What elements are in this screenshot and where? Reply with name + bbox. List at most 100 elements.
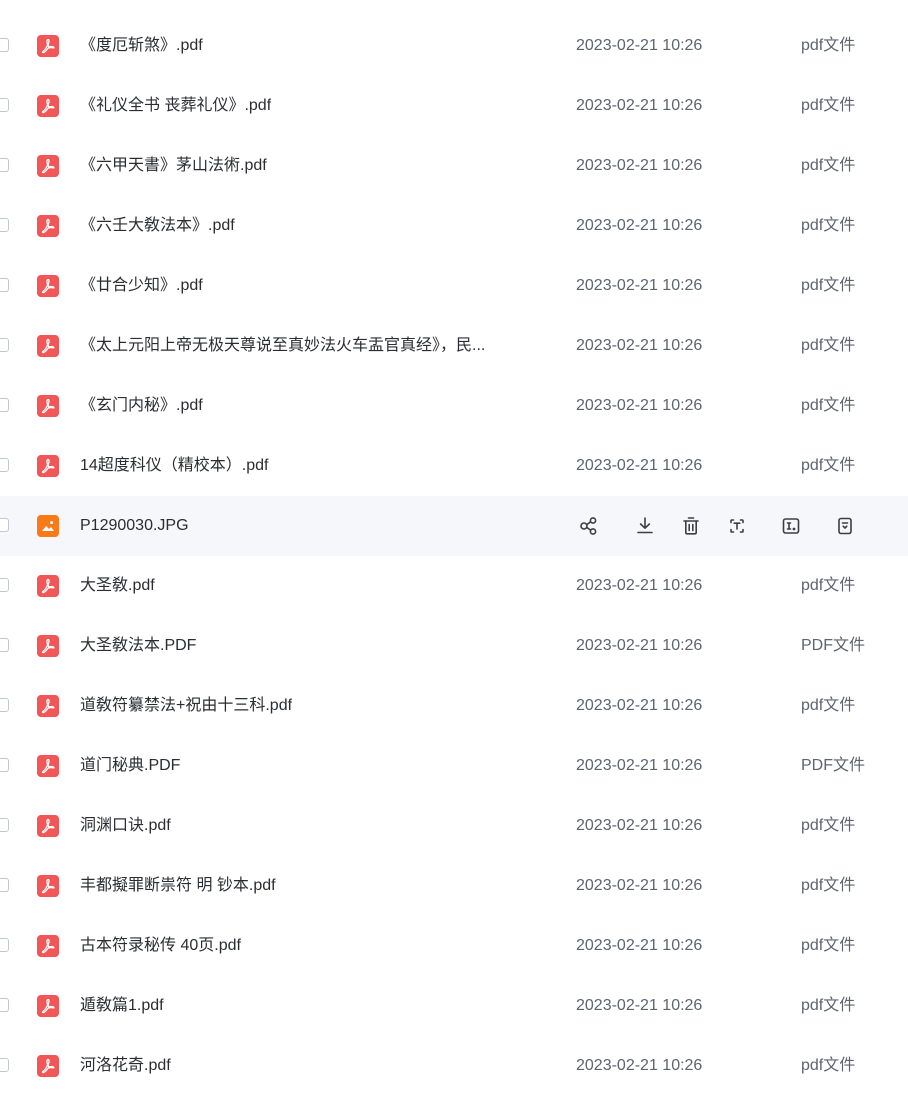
file-row[interactable]: P1290030.JPG	[0, 496, 908, 556]
file-row[interactable]: 丰都擬罪断祟符 明 钞本.pdf 2023-02-21 10:26 pdf文件	[0, 856, 908, 916]
file-type: pdf文件	[801, 97, 856, 114]
file-row[interactable]: 《六壬大敎法本》.pdf 2023-02-21 10:26 pdf文件	[0, 196, 908, 256]
download-icon[interactable]	[632, 513, 658, 539]
file-name[interactable]: 洞渊口诀.pdf	[80, 796, 171, 856]
pdf-icon	[37, 155, 59, 177]
file-row[interactable]: 道敎符纂禁法+祝由十三科.pdf 2023-02-21 10:26 pdf文件	[0, 676, 908, 736]
share-icon[interactable]	[576, 513, 602, 539]
file-name[interactable]: 河洛花奇.pdf	[80, 1036, 171, 1096]
file-name[interactable]: 《太上元阳上帝无极天尊说至真妙法火车盂官真经》，民...	[80, 316, 485, 376]
row-checkbox[interactable]	[0, 818, 9, 832]
file-modified-date: 2023-02-21 10:26	[576, 1057, 703, 1074]
pdf-icon	[37, 575, 59, 597]
row-checkbox[interactable]	[0, 998, 9, 1012]
file-row[interactable]: 洞渊口诀.pdf 2023-02-21 10:26 pdf文件	[0, 796, 908, 856]
file-modified-date: 2023-02-21 10:26	[576, 937, 703, 954]
file-name[interactable]: 古本符录秘传 40页.pdf	[80, 916, 241, 976]
row-checkbox[interactable]	[0, 218, 9, 232]
file-row[interactable]: 《玄门内秘》.pdf 2023-02-21 10:26 pdf文件	[0, 376, 908, 436]
file-row[interactable]: 大圣敎.pdf 2023-02-21 10:26 pdf文件	[0, 556, 908, 616]
file-name[interactable]: 遁敎篇1.pdf	[80, 976, 164, 1036]
pdf-icon	[37, 275, 59, 297]
file-type: pdf文件	[801, 697, 856, 714]
pdf-icon	[37, 1055, 59, 1077]
file-name[interactable]: 《度厄斩煞》.pdf	[80, 16, 203, 76]
pdf-icon	[37, 995, 59, 1017]
file-name[interactable]: 大圣敎.pdf	[80, 556, 155, 616]
pdf-icon	[37, 335, 59, 357]
row-checkbox[interactable]	[0, 458, 9, 472]
file-type: PDF文件	[801, 637, 866, 654]
file-row[interactable]: 《廿合少知》.pdf 2023-02-21 10:26 pdf文件	[0, 256, 908, 316]
row-checkbox[interactable]	[0, 98, 9, 112]
file-modified-date: 2023-02-21 10:26	[576, 997, 703, 1014]
file-modified-date: 2023-02-21 10:26	[576, 877, 703, 894]
delete-icon[interactable]	[678, 513, 704, 539]
pdf-icon	[37, 635, 59, 657]
file-row[interactable]: 古本符录秘传 40页.pdf 2023-02-21 10:26 pdf文件	[0, 916, 908, 976]
file-row[interactable]: 《六甲天書》茅山法術.pdf 2023-02-21 10:26 pdf文件	[0, 136, 908, 196]
file-modified-date: 2023-02-21 10:26	[576, 577, 703, 594]
row-checkbox[interactable]	[0, 338, 9, 352]
file-name[interactable]: P1290030.JPG	[80, 496, 189, 556]
file-row[interactable]: 河洛花奇.pdf 2023-02-21 10:26 pdf文件	[0, 1036, 908, 1096]
file-name[interactable]: 道门秘典.PDF	[80, 736, 180, 796]
file-modified-date: 2023-02-21 10:26	[576, 817, 703, 834]
file-modified-date: 2023-02-21 10:26	[576, 97, 703, 114]
file-row[interactable]: 道门秘典.PDF 2023-02-21 10:26 PDF文件	[0, 736, 908, 796]
file-name[interactable]: 14超度科仪（精校本）.pdf	[80, 436, 269, 496]
file-name[interactable]: 《六壬大敎法本》.pdf	[80, 196, 235, 256]
file-modified-date: 2023-02-21 10:26	[576, 277, 703, 294]
file-type: pdf文件	[801, 397, 856, 414]
file-row[interactable]: 《太上元阳上帝无极天尊说至真妙法火车盂官真经》，民... 2023-02-21 1…	[0, 316, 908, 376]
file-name[interactable]: 《玄门内秘》.pdf	[80, 376, 203, 436]
file-type: PDF文件	[801, 757, 866, 774]
file-name[interactable]: 大圣敎法本.PDF	[80, 616, 196, 676]
pdf-icon	[37, 935, 59, 957]
file-type: pdf文件	[801, 277, 856, 294]
row-checkbox[interactable]	[0, 638, 9, 652]
pdf-icon	[37, 695, 59, 717]
pdf-icon	[37, 35, 59, 57]
row-checkbox[interactable]	[0, 578, 9, 592]
file-type: pdf文件	[801, 937, 856, 954]
file-name[interactable]: 《廿合少知》.pdf	[80, 256, 203, 316]
file-row[interactable]: 14超度科仪（精校本）.pdf 2023-02-21 10:26 pdf文件	[0, 436, 908, 496]
row-checkbox[interactable]	[0, 758, 9, 772]
file-type: pdf文件	[801, 817, 856, 834]
more-options-icon[interactable]	[832, 513, 858, 539]
file-modified-date: 2023-02-21 10:26	[576, 157, 703, 174]
row-checkbox[interactable]	[0, 398, 9, 412]
file-modified-date: 2023-02-21 10:26	[576, 397, 703, 414]
file-type: pdf文件	[801, 457, 856, 474]
file-modified-date: 2023-02-21 10:26	[576, 217, 703, 234]
file-row[interactable]: 遁敎篇1.pdf 2023-02-21 10:26 pdf文件	[0, 976, 908, 1036]
pdf-icon	[37, 215, 59, 237]
file-name[interactable]: 丰都擬罪断祟符 明 钞本.pdf	[80, 856, 276, 916]
file-type: pdf文件	[801, 877, 856, 894]
row-checkbox[interactable]	[0, 698, 9, 712]
file-name[interactable]: 道敎符纂禁法+祝由十三科.pdf	[80, 676, 292, 736]
row-checkbox[interactable]	[0, 158, 9, 172]
row-checkbox[interactable]	[0, 278, 9, 292]
file-row[interactable]: 《度厄斩煞》.pdf 2023-02-21 10:26 pdf文件	[0, 16, 908, 76]
row-checkbox[interactable]	[0, 938, 9, 952]
row-checkbox[interactable]	[0, 878, 9, 892]
file-modified-date: 2023-02-21 10:26	[576, 37, 703, 54]
row-checkbox[interactable]	[0, 38, 9, 52]
text-recognition-icon[interactable]	[778, 513, 804, 539]
file-name[interactable]: 《六甲天書》茅山法術.pdf	[80, 136, 267, 196]
scan-text-icon[interactable]	[724, 513, 750, 539]
file-name[interactable]: 《礼仪全书 丧葬礼仪》.pdf	[80, 76, 271, 136]
row-checkbox[interactable]	[0, 518, 9, 532]
pdf-icon	[37, 755, 59, 777]
pdf-icon	[37, 95, 59, 117]
file-type: pdf文件	[801, 997, 856, 1014]
file-modified-date: 2023-02-21 10:26	[576, 457, 703, 474]
file-list: 《度厄斩煞》.pdf 2023-02-21 10:26 pdf文件 《礼仪全书 丧葬礼…	[0, 16, 908, 1096]
image-icon	[37, 515, 59, 537]
file-row[interactable]: 《礼仪全书 丧葬礼仪》.pdf 2023-02-21 10:26 pdf文件	[0, 76, 908, 136]
file-row[interactable]: 大圣敎法本.PDF 2023-02-21 10:26 PDF文件	[0, 616, 908, 676]
row-checkbox[interactable]	[0, 1058, 9, 1072]
file-type: pdf文件	[801, 337, 856, 354]
